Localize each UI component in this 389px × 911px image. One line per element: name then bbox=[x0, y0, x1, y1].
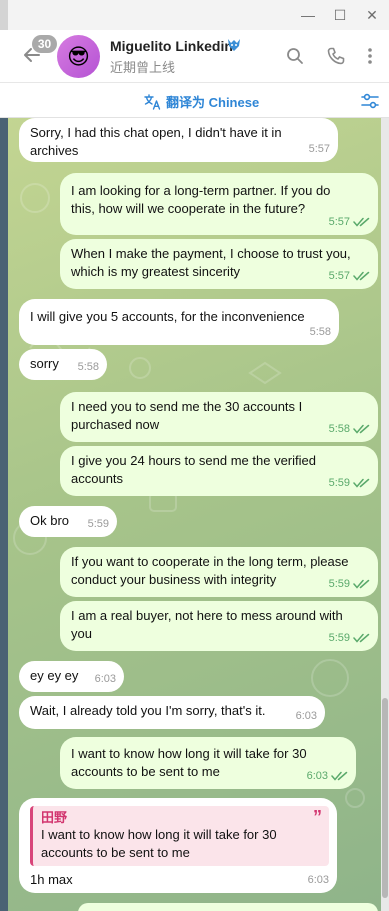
search-icon[interactable] bbox=[285, 46, 305, 66]
message-incoming[interactable]: Ok bro 5:59 bbox=[19, 506, 117, 537]
reply-text-line: I want to know how long it will take for… bbox=[41, 827, 277, 842]
message-time: 5:59 bbox=[87, 518, 109, 530]
more-vertical-icon[interactable] bbox=[360, 46, 380, 66]
message-outgoing[interactable]: If you want to cooperate in the long ter… bbox=[60, 547, 378, 597]
translate-bar: 翻译为 Chinese bbox=[0, 83, 389, 118]
chat-messages-area[interactable]: Sorry, I had this chat open, I didn't ha… bbox=[0, 118, 389, 911]
settings-sliders-icon[interactable] bbox=[360, 91, 380, 111]
message-incoming[interactable]: Wait, I already told you I'm sorry, that… bbox=[19, 696, 325, 729]
close-window-button[interactable]: ✕ bbox=[360, 4, 384, 26]
message-text-line: accounts bbox=[71, 471, 124, 486]
message-outgoing[interactable]: I am a real buyer, not here to mess arou… bbox=[60, 601, 378, 651]
scrollbar-thumb[interactable] bbox=[382, 698, 388, 898]
double-check-icon bbox=[353, 633, 370, 643]
message-outgoing[interactable]: I give you 24 hours to send me the verif… bbox=[60, 446, 378, 496]
window-titlebar: — ☐ ✕ bbox=[0, 0, 389, 30]
close-icon: ✕ bbox=[366, 6, 378, 23]
message-text-line: accounts to be sent to me bbox=[71, 764, 220, 779]
unread-count-badge: 30 bbox=[32, 35, 57, 53]
chat-status: 近期曾上线 bbox=[110, 60, 176, 75]
message-outgoing[interactable]: I am looking for a long-term partner. If… bbox=[60, 173, 378, 235]
double-check-icon bbox=[353, 217, 370, 227]
message-text-line: I want to know how long it will take for… bbox=[71, 746, 307, 761]
message-time: 6:03 bbox=[306, 770, 328, 782]
message-time: 6:03 bbox=[94, 673, 116, 685]
message-time: 5:57 bbox=[328, 216, 350, 228]
message-time: 5:59 bbox=[328, 632, 350, 644]
message-text-line: purchased now bbox=[71, 417, 160, 432]
message-outgoing[interactable]: When I make the payment, I choose to tru… bbox=[60, 239, 378, 289]
double-check-icon bbox=[353, 424, 370, 434]
message-outgoing[interactable]: I need you to send me the 30 accounts I … bbox=[60, 392, 378, 442]
message-text-line: I will give you 5 accounts, for the inco… bbox=[30, 309, 305, 324]
message-time: 5:59 bbox=[328, 578, 350, 590]
message-outgoing-partial[interactable] bbox=[78, 903, 378, 911]
sidebar-edge bbox=[0, 118, 8, 911]
message-time: 6:03 bbox=[307, 874, 329, 886]
reply-quote-block[interactable]: 田野 I want to know how long it will take … bbox=[30, 806, 329, 866]
translate-button[interactable]: 翻译为 Chinese bbox=[144, 92, 259, 111]
message-incoming[interactable]: I will give you 5 accounts, for the inco… bbox=[19, 299, 339, 345]
message-time: 5:58 bbox=[328, 423, 350, 435]
message-incoming-reply[interactable]: 田野 I want to know how long it will take … bbox=[19, 798, 337, 893]
double-check-icon bbox=[353, 579, 370, 589]
chat-header: 30 😎 Miguelito Linkedin 近期曾上线 bbox=[0, 30, 389, 83]
message-time: 5:59 bbox=[328, 477, 350, 489]
message-incoming[interactable]: ey ey ey 6:03 bbox=[19, 661, 124, 692]
window-left-strip bbox=[0, 0, 8, 30]
message-outgoing[interactable]: I want to know how long it will take for… bbox=[60, 737, 356, 789]
quote-icon: ” bbox=[313, 807, 322, 827]
message-time: 5:58 bbox=[77, 361, 99, 373]
reply-text-line: accounts to be sent to me bbox=[41, 845, 190, 860]
phone-icon[interactable] bbox=[326, 46, 346, 66]
double-check-icon bbox=[353, 478, 370, 488]
message-time: 6:03 bbox=[295, 710, 317, 722]
message-incoming[interactable]: sorry 5:58 bbox=[19, 349, 107, 380]
message-text-line: If you want to cooperate in the long ter… bbox=[71, 554, 349, 569]
message-text-line: Wait, I already told you I'm sorry, that… bbox=[30, 703, 266, 718]
message-text-line: you bbox=[71, 626, 92, 641]
translate-icon bbox=[144, 93, 161, 110]
message-incoming[interactable]: Sorry, I had this chat open, I didn't ha… bbox=[19, 118, 338, 162]
message-time: 5:58 bbox=[309, 326, 331, 338]
message-time: 5:57 bbox=[308, 143, 330, 155]
message-text-line: I need you to send me the 30 accounts I bbox=[71, 399, 303, 414]
message-text-line: I am looking for a long-term partner. If… bbox=[71, 183, 331, 198]
avatar-emoji: 😎 bbox=[67, 43, 90, 69]
message-text-line: I give you 24 hours to send me the verif… bbox=[71, 453, 316, 468]
maximize-button[interactable]: ☐ bbox=[328, 4, 352, 26]
double-check-icon bbox=[331, 771, 348, 781]
message-text-line: this, how will we cooperate in the futur… bbox=[71, 201, 306, 216]
avatar[interactable]: 😎 bbox=[57, 35, 100, 78]
message-time: 5:57 bbox=[328, 270, 350, 282]
message-text-line: conduct your business with integrity bbox=[71, 572, 277, 587]
verified-wolf-icon bbox=[228, 39, 240, 51]
message-text-line: 1h max bbox=[30, 872, 73, 887]
minimize-button[interactable]: — bbox=[296, 4, 320, 26]
minimize-icon: — bbox=[301, 7, 315, 23]
message-text-line: archives bbox=[30, 143, 79, 158]
maximize-icon: ☐ bbox=[333, 6, 347, 23]
message-text-line: which is my greatest sincerity bbox=[71, 264, 241, 279]
chat-title[interactable]: Miguelito Linkedin bbox=[110, 38, 233, 54]
translate-label: 翻译为 Chinese bbox=[166, 95, 260, 110]
double-check-icon bbox=[353, 271, 370, 281]
message-text-line: I am a real buyer, not here to mess arou… bbox=[71, 608, 343, 623]
message-text-line: Sorry, I had this chat open, I didn't ha… bbox=[30, 125, 282, 140]
reply-author: 田野 bbox=[41, 810, 68, 825]
message-text-line: When I make the payment, I choose to tru… bbox=[71, 246, 351, 261]
